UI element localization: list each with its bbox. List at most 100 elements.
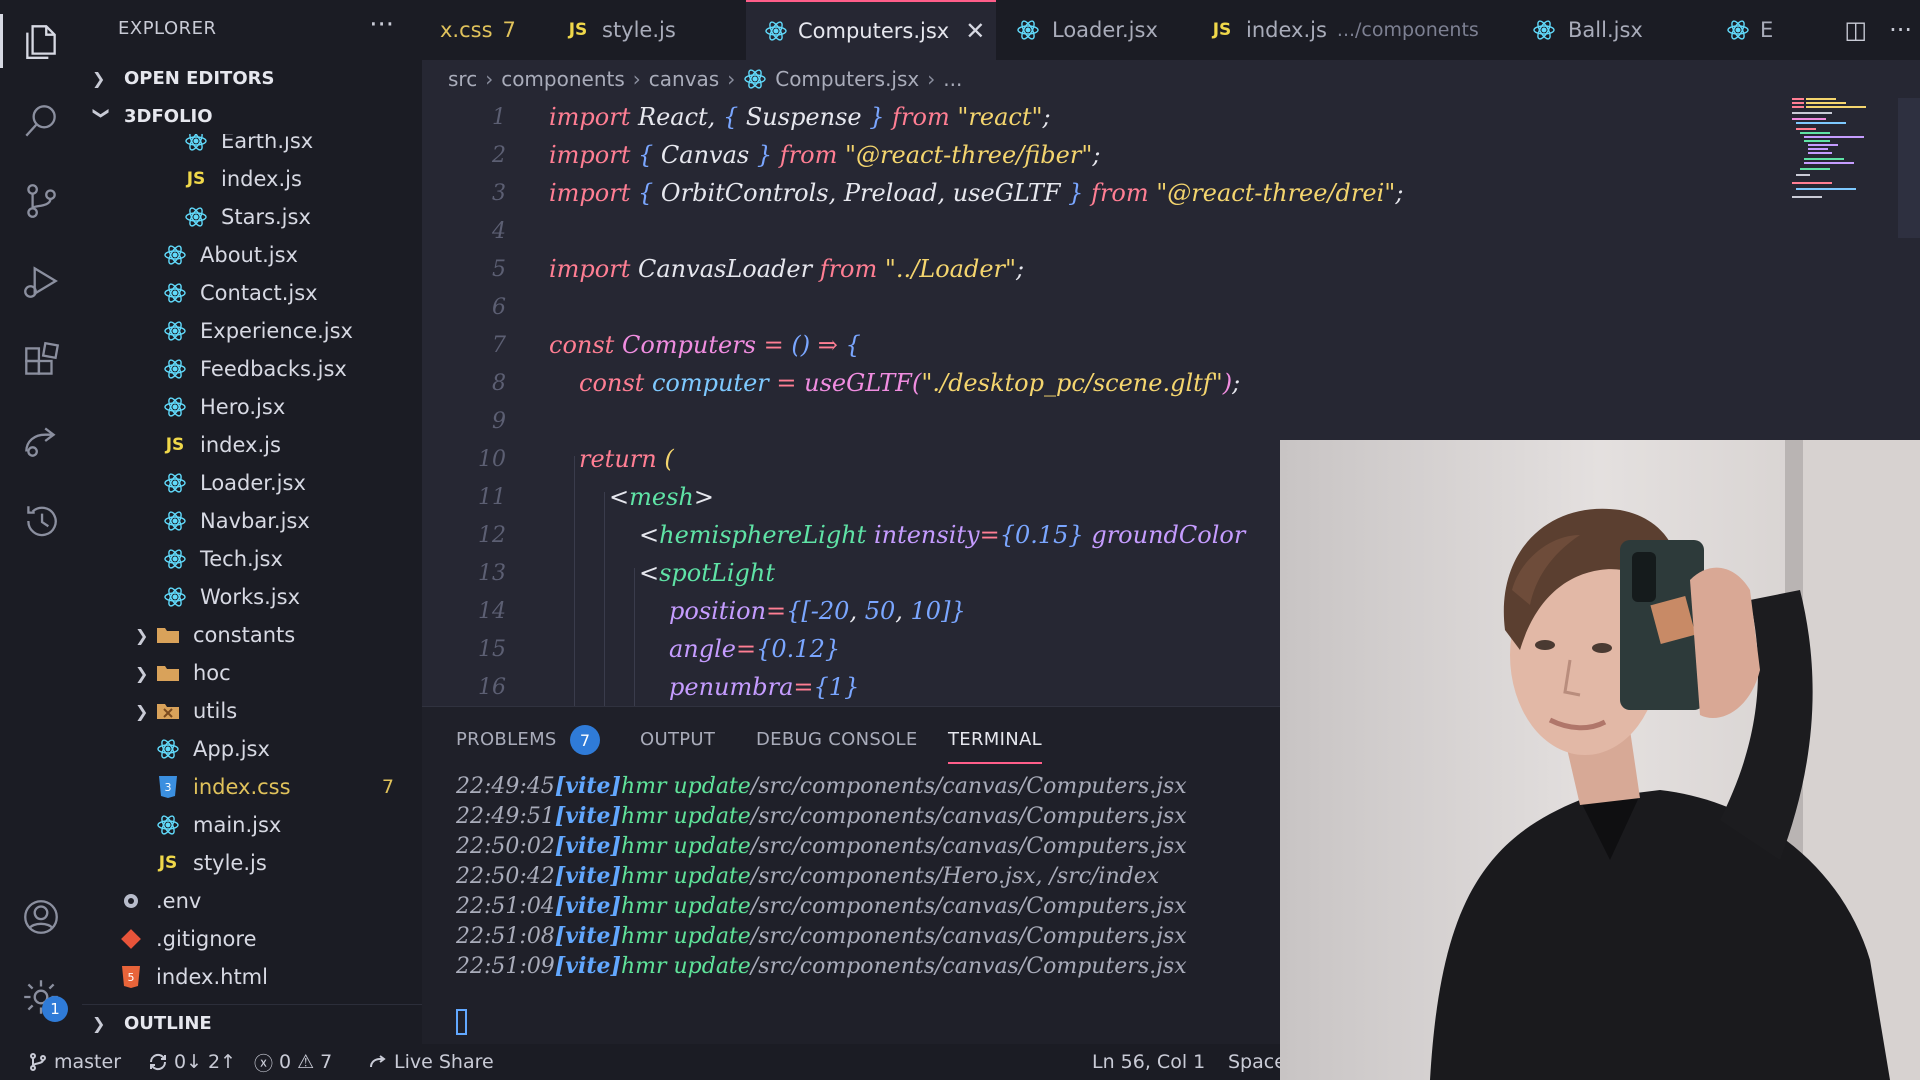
html-file-icon: 5: [118, 964, 144, 990]
person-selfie-image: [1280, 440, 1920, 1080]
tab-computers-jsx[interactable]: Computers.jsx ✕: [746, 0, 996, 60]
react-icon: [162, 584, 188, 610]
open-editors-section[interactable]: ❯ OPEN EDITORS: [82, 60, 422, 96]
terminal-time: 22:50:42: [456, 863, 555, 889]
explorer-icon[interactable]: [0, 6, 82, 76]
svg-text:5: 5: [128, 971, 135, 984]
tree-item[interactable]: Earth.jsx: [82, 134, 422, 160]
tab-terminal[interactable]: TERMINAL: [948, 729, 1042, 764]
tab-loader-jsx[interactable]: Loader.jsx: [996, 0, 1190, 60]
tree-item[interactable]: Contact.jsx: [82, 274, 422, 312]
tab-ball-jsx[interactable]: Ball.jsx: [1512, 0, 1708, 60]
tree-item[interactable]: .gitignore: [82, 920, 422, 958]
tab-description: .../components: [1336, 19, 1479, 41]
more-actions-icon[interactable]: ···: [369, 10, 394, 40]
line-number: 3: [492, 180, 506, 206]
tree-item-label: index.html: [156, 965, 268, 989]
tree-item[interactable]: ❯ hoc: [82, 654, 422, 692]
tree-item-label: About.jsx: [200, 243, 298, 267]
terminal-time: 22:49:45: [456, 773, 555, 799]
extensions-icon[interactable]: [0, 326, 82, 396]
tree-item-label: Feedbacks.jsx: [200, 357, 347, 381]
tree-item[interactable]: JS index.js: [82, 160, 422, 198]
tree-item[interactable]: JS style.js: [82, 844, 422, 882]
webcam-overlay: [1280, 440, 1920, 1080]
react-icon: [162, 280, 188, 306]
folder-section[interactable]: ❯ 3DFOLIO: [82, 98, 422, 134]
account-icon[interactable]: [0, 882, 82, 952]
tree-item[interactable]: Hero.jsx: [82, 388, 422, 426]
close-icon[interactable]: ✕: [965, 17, 985, 45]
search-icon[interactable]: [0, 86, 82, 156]
tree-item[interactable]: ❯ constants: [82, 616, 422, 654]
terminal-tag: [vite]: [554, 953, 621, 979]
breadcrumb-item[interactable]: canvas: [649, 67, 719, 91]
run-debug-icon[interactable]: [0, 246, 82, 316]
more-icon[interactable]: ···: [1889, 16, 1912, 44]
line-number: 7: [492, 332, 506, 358]
line-number: 11: [478, 484, 506, 510]
tree-item[interactable]: JS index.js: [82, 426, 422, 464]
tree-item[interactable]: Loader.jsx: [82, 464, 422, 502]
tab-e[interactable]: E: [1708, 0, 1773, 60]
split-editor-icon[interactable]: ◫: [1844, 16, 1867, 44]
live-share-status[interactable]: Live Share: [368, 1044, 494, 1080]
tree-item[interactable]: 5 index.html: [82, 958, 422, 996]
tree-item[interactable]: package.json: [82, 996, 422, 1002]
editor-scrollbar[interactable]: [1898, 98, 1920, 238]
timeline-icon[interactable]: [0, 486, 82, 556]
live-share-label: Live Share: [394, 1051, 494, 1073]
tree-item[interactable]: .env: [82, 882, 422, 920]
chevron-right-icon: ❯: [92, 1013, 106, 1033]
tree-item[interactable]: main.jsx: [82, 806, 422, 844]
tree-item[interactable]: Stars.jsx: [82, 198, 422, 236]
folder-icon: [155, 660, 181, 686]
tree-item[interactable]: Feedbacks.jsx: [82, 350, 422, 388]
branch-status[interactable]: master: [28, 1044, 121, 1080]
tree-item[interactable]: App.jsx: [82, 730, 422, 768]
tab-debug-console[interactable]: DEBUG CONSOLE: [756, 729, 918, 750]
tree-item[interactable]: 3 index.css 7: [82, 768, 422, 806]
live-share-icon[interactable]: [0, 406, 82, 476]
tab-problems[interactable]: PROBLEMS: [456, 729, 557, 750]
sync-status[interactable]: 0↓ 2↑: [148, 1044, 236, 1080]
outline-section[interactable]: ❯ OUTLINE: [82, 1004, 422, 1041]
cursor-position[interactable]: Ln 56, Col 1: [1092, 1044, 1205, 1080]
tree-item-label: index.css: [193, 775, 291, 799]
tree-item[interactable]: About.jsx: [82, 236, 422, 274]
breadcrumb-item[interactable]: ...: [943, 67, 962, 91]
tab-output[interactable]: OUTPUT: [640, 729, 715, 750]
react-icon: [162, 470, 188, 496]
breadcrumb-item[interactable]: Computers.jsx: [775, 67, 919, 91]
tree-item-label: Earth.jsx: [221, 134, 314, 153]
terminal-tag: [vite]: [554, 923, 621, 949]
tree-item[interactable]: Navbar.jsx: [82, 502, 422, 540]
breadcrumb-item[interactable]: src: [448, 67, 477, 91]
tree-item[interactable]: Works.jsx: [82, 578, 422, 616]
tree-item[interactable]: Tech.jsx: [82, 540, 422, 578]
minimap[interactable]: [1792, 98, 1880, 208]
terminal-msg: hmr update: [620, 923, 751, 949]
chevron-right-icon: ❯: [92, 68, 106, 88]
tree-item-label: hoc: [193, 661, 231, 685]
tab-x-css[interactable]: x.css 7: [422, 0, 546, 60]
terminal-path: /src/components/canvas/Computers.jsx: [750, 923, 1187, 949]
indentation-status[interactable]: Space: [1228, 1044, 1286, 1080]
terminal-path: /src/components/canvas/Computers.jsx: [750, 833, 1187, 859]
tree-item[interactable]: Experience.jsx: [82, 312, 422, 350]
source-control-icon[interactable]: [0, 166, 82, 236]
tab-index-js[interactable]: JS index.js .../components: [1190, 0, 1512, 60]
tree-item-label: Navbar.jsx: [200, 509, 310, 533]
line-number: 16: [478, 674, 506, 700]
tab-style-js[interactable]: JS style.js: [546, 0, 746, 60]
react-icon: [743, 67, 767, 91]
breadcrumb-item[interactable]: components: [501, 67, 625, 91]
react-icon: [1726, 16, 1750, 44]
tree-item[interactable]: ❯ utils: [82, 692, 422, 730]
terminal-line: 22:49:45 [vite] hmr update /src/componen…: [456, 771, 1187, 801]
terminal-tag: [vite]: [554, 803, 621, 829]
react-icon: [162, 546, 188, 572]
terminal-tag: [vite]: [554, 773, 621, 799]
settings-icon[interactable]: 1: [0, 962, 82, 1032]
problems-status[interactable]: ⓧ 0 ⚠ 7: [254, 1044, 332, 1080]
